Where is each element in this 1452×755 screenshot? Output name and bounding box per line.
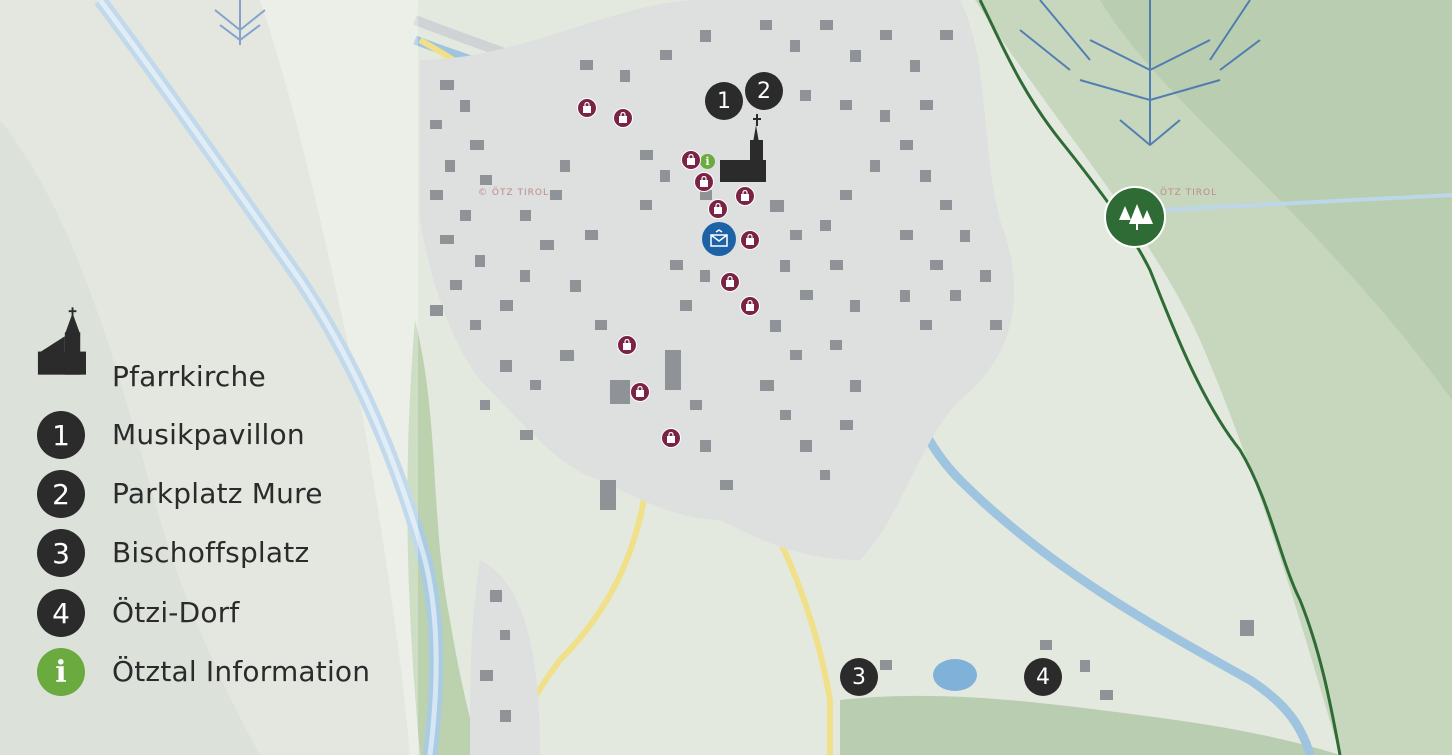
shopping-bag-marker[interactable]	[740, 230, 760, 250]
legend-item-info: i Ötztal Information	[36, 647, 370, 697]
shopping-bag-marker[interactable]	[681, 150, 701, 170]
post-office-marker[interactable]	[702, 222, 736, 256]
info-icon: i	[37, 648, 85, 696]
legend-item-1: 1 Musikpavillon	[36, 410, 305, 460]
legend-label-info: Ötztal Information	[112, 655, 371, 688]
shopping-bag-icon	[726, 276, 734, 287]
shopping-bag-icon	[714, 203, 722, 214]
legend-label-church: Pfarrkirche	[112, 360, 266, 393]
shopping-bag-marker[interactable]	[740, 296, 760, 316]
shopping-bag-icon	[623, 339, 631, 350]
legend-item-3: 3 Bischoffsplatz	[36, 528, 309, 578]
shopping-bag-marker[interactable]	[708, 199, 728, 219]
shopping-bag-marker[interactable]	[577, 98, 597, 118]
legend-item-church: Pfarrkirche	[36, 307, 266, 393]
shopping-bag-icon	[583, 102, 591, 113]
legend-badge-2: 2	[37, 470, 85, 518]
legend-badge-3: 3	[37, 529, 85, 577]
marker-3[interactable]: 3	[840, 658, 878, 696]
forest-trail-icon	[1119, 204, 1153, 230]
legend-item-4: 4 Ötzi-Dorf	[36, 588, 239, 638]
forest-trail-marker[interactable]	[1104, 186, 1166, 248]
shopping-bag-icon	[687, 154, 695, 165]
shopping-bag-marker[interactable]	[735, 186, 755, 206]
shopping-bag-marker[interactable]	[613, 108, 633, 128]
info-marker[interactable]: i	[700, 154, 715, 169]
shopping-bag-icon	[667, 432, 675, 443]
shopping-bag-marker[interactable]	[720, 272, 740, 292]
shopping-bag-icon	[636, 386, 644, 397]
shopping-bag-icon	[746, 234, 754, 245]
legend-badge-4: 4	[37, 589, 85, 637]
shopping-bag-icon	[746, 300, 754, 311]
legend-item-2: 2 Parkplatz Mure	[36, 469, 322, 519]
shopping-bag-marker[interactable]	[694, 172, 714, 192]
legend-label-2: Parkplatz Mure	[112, 477, 323, 510]
watermark-text-1: © ÖTZ TIROL	[478, 188, 549, 198]
shopping-bag-marker[interactable]	[630, 382, 650, 402]
shopping-bag-marker[interactable]	[661, 428, 681, 448]
shopping-bag-marker[interactable]	[617, 335, 637, 355]
shopping-bag-icon	[619, 112, 627, 123]
legend-label-4: Ötzi-Dorf	[112, 596, 240, 629]
shopping-bag-icon	[741, 190, 749, 201]
post-office-icon	[710, 229, 728, 247]
church-icon	[36, 307, 86, 375]
marker-4[interactable]: 4	[1024, 658, 1062, 696]
legend-badge-1: 1	[37, 411, 85, 459]
watermark-text-2: ÖTZ TIROL	[1160, 188, 1218, 198]
map[interactable]: © ÖTZ TIROL ÖTZ TIROL 1 2 3 4 i Pfarrkir…	[0, 0, 1452, 755]
legend-label-3: Bischoffsplatz	[112, 536, 310, 569]
marker-2[interactable]: 2	[745, 72, 783, 110]
shopping-bag-icon	[700, 176, 708, 187]
legend-label-1: Musikpavillon	[112, 418, 305, 451]
marker-1[interactable]: 1	[705, 82, 743, 120]
